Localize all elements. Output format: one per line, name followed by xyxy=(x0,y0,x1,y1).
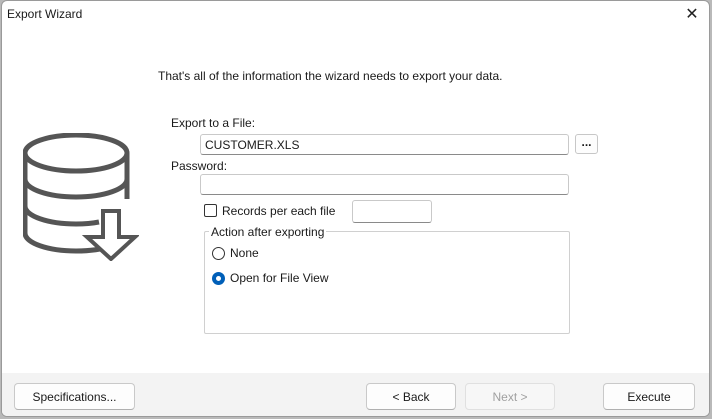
records-per-file-label: Records per each file xyxy=(222,204,336,218)
password-label: Password: xyxy=(171,159,228,173)
back-button[interactable]: < Back xyxy=(366,383,456,410)
records-per-file-input[interactable] xyxy=(352,200,432,223)
button-footer: Specifications... < Back Next > Execute xyxy=(2,373,709,416)
password-input[interactable] xyxy=(200,174,569,195)
title-bar: Export Wizard ✕ xyxy=(2,1,709,29)
export-file-label: Export to a File: xyxy=(171,116,256,130)
export-wizard-window: Export Wizard ✕ That's all of the inform… xyxy=(1,0,710,417)
database-export-icon xyxy=(23,133,139,261)
window-title: Export Wizard xyxy=(7,7,83,21)
close-icon[interactable]: ✕ xyxy=(678,3,706,27)
action-group-legend: Action after exporting xyxy=(209,225,327,239)
browse-button[interactable]: ... xyxy=(575,134,598,154)
radio-none[interactable] xyxy=(212,247,225,260)
radio-open-file-view-label: Open for File View xyxy=(230,271,329,285)
next-button[interactable]: Next > xyxy=(465,383,555,410)
execute-button[interactable]: Execute xyxy=(603,383,695,410)
records-per-file-checkbox[interactable] xyxy=(204,204,217,217)
export-file-input[interactable] xyxy=(200,134,569,155)
intro-text: That's all of the information the wizard… xyxy=(158,69,503,83)
specifications-button[interactable]: Specifications... xyxy=(14,383,135,410)
radio-none-label: None xyxy=(230,246,259,260)
radio-open-file-view[interactable] xyxy=(212,272,225,285)
